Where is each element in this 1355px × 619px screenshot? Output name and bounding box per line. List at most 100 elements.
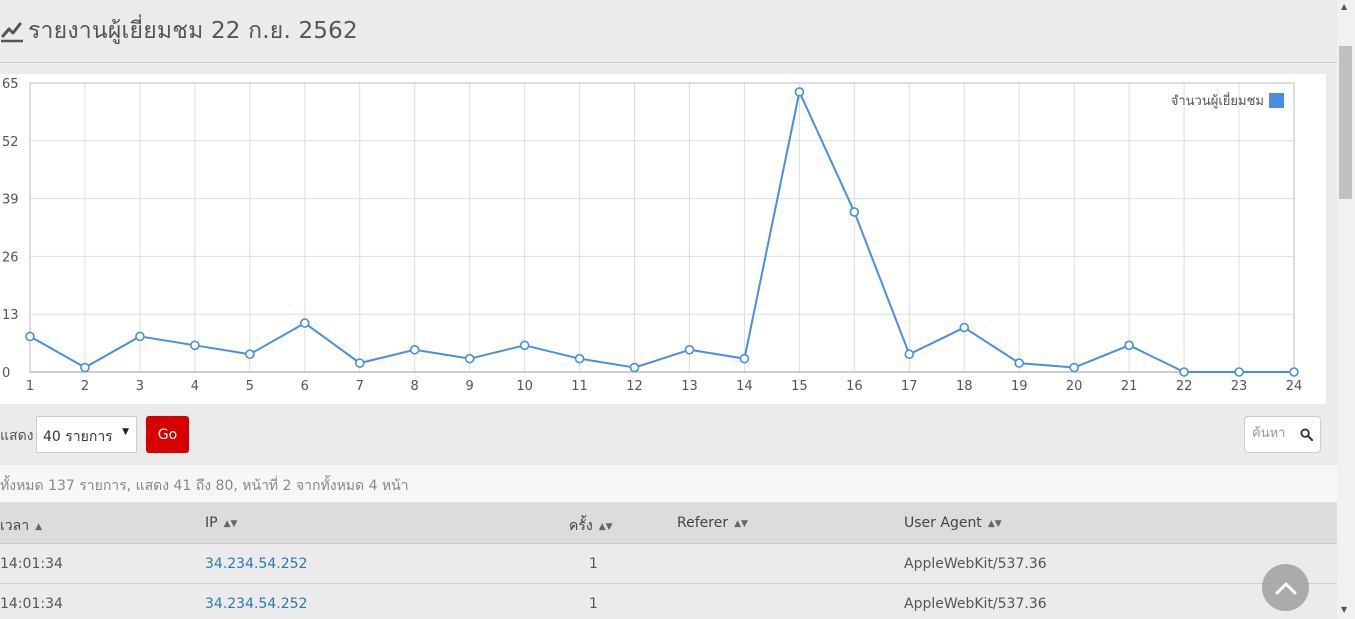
visitor-chart: 0 13 26 39 52 65 1 2 3 4 5 6 7 8 9 10 11 12 13 14 15 16 17 18 19…: [0, 74, 1326, 404]
x-tick-label: 19: [1011, 379, 1028, 394]
x-tick-label: 22: [1176, 379, 1193, 394]
scroll-thumb[interactable]: [1339, 46, 1352, 199]
cell-ip-link[interactable]: 34.234.54.252: [205, 596, 307, 612]
sort-icon: ▲▼: [987, 519, 1002, 529]
table-controls: แสดง 40 รายการ ▼ Go: [0, 416, 1337, 454]
legend-label: จำนวนผู้เยี่ยมชม: [1171, 92, 1264, 109]
data-point: [1069, 362, 1079, 373]
sort-icon: ▲▼: [223, 519, 238, 529]
cell-count: 1: [589, 556, 598, 572]
scroll-up-icon[interactable]: ▲: [1341, 2, 1347, 11]
data-point: [959, 322, 970, 333]
x-tick-label: 5: [246, 379, 254, 394]
cell-user-agent: AppleWebKit/537.36: [904, 596, 1047, 612]
column-header-user-agent[interactable]: User Agent ▲▼: [904, 515, 1002, 531]
data-point: [904, 349, 915, 360]
search-box[interactable]: [1244, 416, 1321, 453]
page-scrollbar[interactable]: ▲ ▼: [1337, 0, 1355, 619]
x-tick-label: 12: [626, 379, 643, 394]
data-point: [409, 344, 420, 355]
x-tick-label: 20: [1066, 379, 1083, 394]
chart-svg: 013263952651 2 3 4 5 6 7 8 9 10 11 12 13 14 15 16 17 18 19…: [2, 77, 1303, 394]
y-tick-label: 0: [2, 366, 10, 381]
scroll-down-icon[interactable]: ▼: [1341, 605, 1347, 614]
x-tick-label: 21: [1121, 379, 1138, 394]
y-tick-label: 26: [2, 250, 19, 265]
data-point: [574, 353, 585, 364]
page: รายงานผู้เยี่ยมชม 22 ก.ย. 2562 0 13 26 39 52…: [0, 0, 1355, 619]
go-button[interactable]: Go: [146, 416, 189, 453]
cell-count: 1: [589, 596, 598, 612]
data-point: [299, 318, 310, 328]
data-point: [190, 340, 200, 351]
column-header-ip[interactable]: IP ▲▼: [205, 515, 237, 531]
x-tick-label: 11: [571, 379, 588, 394]
x-tick-label: 15: [791, 379, 808, 394]
caret-down-icon: ▼: [122, 427, 129, 437]
table-header: เวลา ▲ IP ▲▼ ครั้ง ▲▼ Referer ▲▼ User Agent ▲…: [0, 503, 1337, 544]
data-point: [849, 207, 860, 217]
line-chart-icon: [1, 22, 23, 43]
x-tick-label: 1: [26, 379, 34, 394]
cell-time: 14:01:34: [0, 556, 63, 572]
cell-time: 14:01:34: [0, 596, 63, 612]
table-summary: ทั้งหมด 137 รายการ, แสดง 41 ถึง 80, หน้า…: [0, 465, 1337, 503]
x-tick-label: 7: [356, 379, 364, 394]
search-icon[interactable]: [1300, 428, 1313, 441]
data-point: [1179, 367, 1189, 377]
table-row: 14:01:34 34.234.54.252 1 AppleWebKit/537…: [0, 544, 1337, 584]
page-size-select[interactable]: 40 รายการ ▼: [36, 416, 137, 453]
legend-swatch: [1269, 93, 1284, 108]
data-point: [1289, 367, 1299, 377]
data-point: [794, 87, 805, 97]
x-tick-label: 23: [1231, 379, 1248, 394]
sort-icon: ▲▼: [598, 522, 613, 532]
data-point: [25, 331, 35, 342]
x-tick-label: 17: [901, 379, 918, 394]
x-tick-label: 6: [301, 379, 309, 394]
cell-user-agent: AppleWebKit/537.36: [904, 556, 1047, 572]
data-point: [354, 358, 365, 368]
column-header-count[interactable]: ครั้ง ▲▼: [569, 515, 613, 537]
x-tick-label: 24: [1286, 379, 1303, 394]
data-point: [80, 362, 90, 373]
x-tick-label: 4: [191, 379, 199, 394]
search-input[interactable]: [1252, 426, 1300, 441]
plot-border: [29, 82, 1295, 373]
data-point: [739, 353, 750, 364]
series-line: [29, 90, 1294, 373]
page-size-value: 40 รายการ: [43, 429, 113, 445]
x-tick-label: 2: [81, 379, 89, 394]
y-tick-label: 52: [2, 135, 19, 150]
x-tick-label: 16: [846, 379, 863, 394]
y-tick-label: 13: [2, 308, 19, 323]
sort-asc-icon: ▲: [35, 522, 43, 532]
x-tick-label: 10: [516, 379, 533, 394]
column-header-time[interactable]: เวลา ▲: [0, 515, 42, 537]
chevron-up-icon: [1275, 582, 1296, 594]
cell-ip-link[interactable]: 34.234.54.252: [205, 556, 307, 572]
data-point: [1234, 367, 1244, 377]
x-tick-label: 18: [956, 379, 973, 394]
x-tick-label: 9: [466, 379, 474, 394]
data-point: [1124, 340, 1134, 351]
back-to-top-button[interactable]: [1262, 564, 1309, 611]
data-point: [135, 331, 145, 342]
column-header-referer[interactable]: Referer ▲▼: [677, 515, 748, 531]
y-tick-label: 65: [2, 77, 19, 92]
show-label: แสดง: [0, 428, 34, 444]
sort-icon: ▲▼: [734, 519, 748, 529]
x-tick-label: 3: [136, 379, 144, 394]
table-row: 14:01:34 34.234.54.252 1 AppleWebKit/537…: [0, 584, 1337, 619]
data-point: [464, 353, 475, 364]
y-tick-label: 39: [2, 193, 19, 208]
page-title: รายงานผู้เยี่ยมชม 22 ก.ย. 2562: [28, 18, 358, 44]
data-point: [684, 344, 695, 355]
data-point: [245, 349, 255, 360]
x-tick-label: 14: [736, 379, 753, 394]
data-point: [1014, 358, 1025, 368]
data-point: [629, 362, 640, 373]
x-tick-label: 13: [681, 379, 698, 394]
data-point: [519, 340, 530, 351]
x-tick-label: 8: [411, 379, 419, 394]
